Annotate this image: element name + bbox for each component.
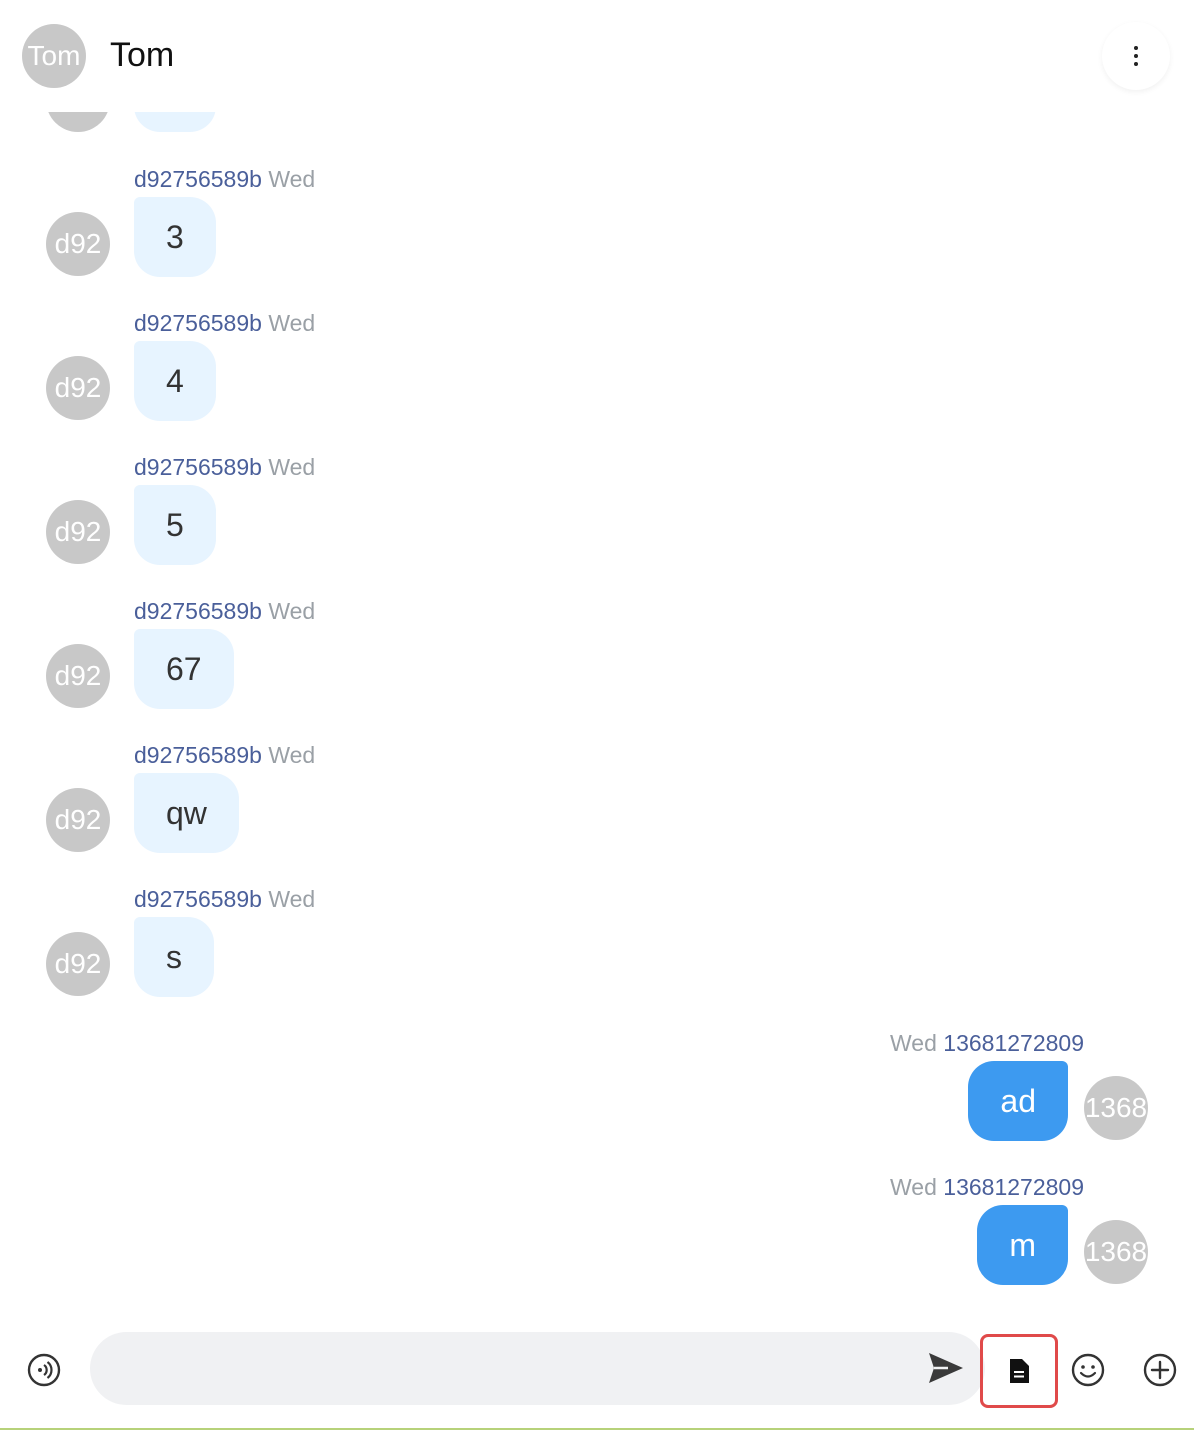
voice-icon[interactable] — [26, 1352, 62, 1388]
sender-name: d92756589b — [134, 454, 262, 480]
message-bubble[interactable]: qw — [134, 773, 239, 853]
message-meta: Wed 13681272809 — [890, 1174, 1084, 1201]
message-time: Wed — [268, 454, 316, 480]
chat-header: Tom Tom — [0, 0, 1194, 112]
message-meta: d92756589b Wed — [134, 598, 315, 625]
avatar[interactable]: 1368 — [1084, 1220, 1148, 1284]
message-meta: d92756589b Wed — [134, 310, 315, 337]
message-time: Wed — [268, 742, 316, 768]
avatar[interactable]: d92 — [46, 932, 110, 996]
avatar[interactable]: d92 — [46, 500, 110, 564]
sender-name: d92756589b — [134, 310, 262, 336]
send-icon[interactable] — [926, 1348, 966, 1388]
document-icon — [1010, 1359, 1029, 1383]
message-bubble[interactable]: 3 — [134, 197, 216, 277]
message-meta: d92756589b Wed — [134, 742, 315, 769]
message-bubble[interactable]: 67 — [134, 629, 234, 709]
avatar[interactable]: 1368 — [1084, 1076, 1148, 1140]
avatar[interactable]: d92 — [46, 644, 110, 708]
message-time: Wed — [890, 1030, 937, 1056]
message-meta: d92756589b Wed — [134, 454, 315, 481]
message-bubble[interactable]: s — [134, 917, 214, 997]
message-time: Wed — [890, 1174, 937, 1200]
document-button[interactable] — [980, 1334, 1058, 1408]
plus-circle-icon[interactable] — [1142, 1352, 1178, 1388]
more-button[interactable] — [1102, 22, 1170, 90]
message-bubble[interactable]: ad — [968, 1061, 1068, 1141]
input-bar — [0, 1320, 1194, 1430]
message-meta: d92756589b Wed — [134, 886, 315, 913]
sender-name: 13681272809 — [943, 1030, 1084, 1056]
message-meta: Wed 13681272809 — [890, 1030, 1084, 1057]
avatar[interactable]: d92 — [46, 356, 110, 420]
sender-name: d92756589b — [134, 742, 262, 768]
message-time: Wed — [268, 310, 316, 336]
message-list[interactable]: d92756589b Wed d92 3 d92756589b Wed d92 … — [0, 0, 1194, 1320]
more-vertical-icon — [1134, 46, 1138, 66]
message-meta: d92756589b Wed — [134, 166, 315, 193]
chat-title: Tom — [110, 36, 175, 74]
sender-name: d92756589b — [134, 886, 262, 912]
message-time: Wed — [268, 166, 316, 192]
avatar[interactable]: d92 — [46, 212, 110, 276]
message-bubble[interactable]: 5 — [134, 485, 216, 565]
message-input[interactable] — [90, 1332, 985, 1405]
contact-avatar[interactable]: Tom — [22, 24, 86, 88]
sender-name: d92756589b — [134, 598, 262, 624]
message-time: Wed — [268, 598, 316, 624]
avatar[interactable]: d92 — [46, 788, 110, 852]
message-time: Wed — [268, 886, 316, 912]
message-bubble[interactable]: m — [977, 1205, 1068, 1285]
sender-name: 13681272809 — [943, 1174, 1084, 1200]
sender-name: d92756589b — [134, 166, 262, 192]
message-bubble[interactable]: 4 — [134, 341, 216, 421]
emoji-icon[interactable] — [1070, 1352, 1106, 1388]
